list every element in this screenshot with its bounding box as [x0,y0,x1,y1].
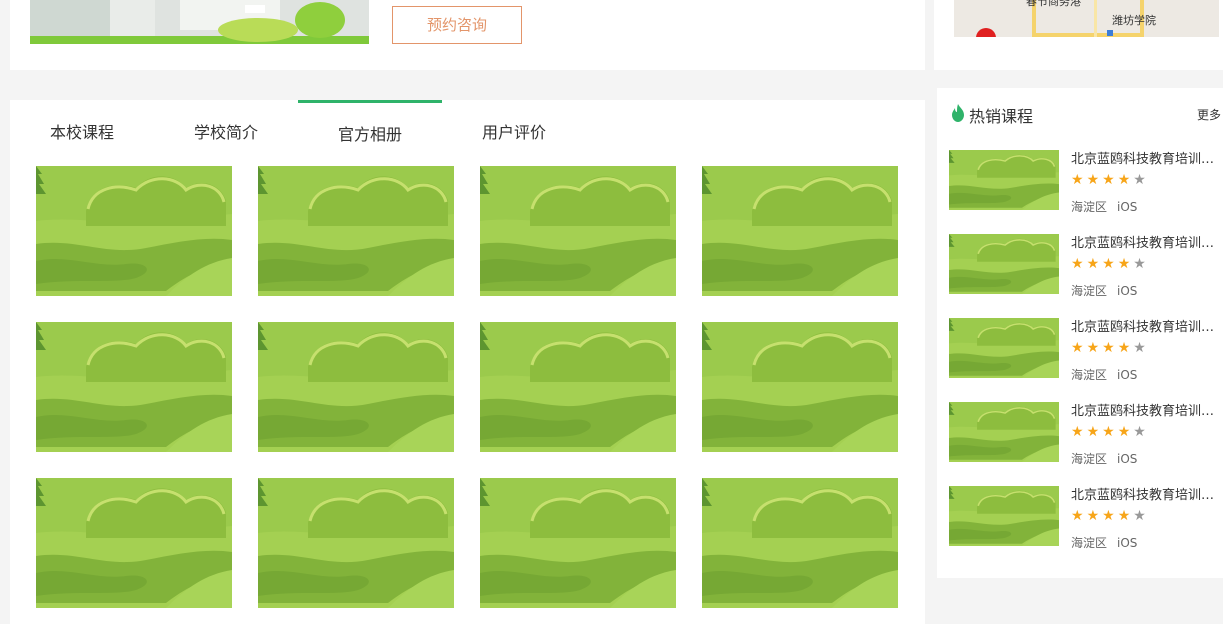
star-icon: ★ [1117,508,1134,524]
course-meta: 海淀区 iOS [1071,450,1137,467]
flame-icon [952,104,964,122]
course-meta: 海淀区 iOS [1071,366,1137,383]
tab-0[interactable]: 本校课程 [10,100,154,164]
course-district: 海淀区 [1071,368,1108,382]
star-icon: ★ [1071,424,1087,440]
top-panel: 预约咨询 [10,0,925,70]
star-rating: ★★★★★ [1071,340,1149,356]
course-thumbnail[interactable] [949,486,1059,546]
school-photo [30,0,369,44]
gallery-photo[interactable] [480,322,676,452]
map-label: 潍坊学院 [1112,14,1156,27]
gallery-photo[interactable] [36,478,232,608]
gallery-photo[interactable] [702,322,898,452]
more-link[interactable]: 更多 [1197,106,1221,123]
star-icon: ★ [1102,256,1118,272]
gallery-photo[interactable] [258,478,454,608]
star-icon: ★ [1133,424,1149,440]
star-icon: ★ [1086,508,1103,524]
gallery-photo[interactable] [702,166,898,296]
gallery-photo[interactable] [480,166,676,296]
gallery-photo[interactable] [258,166,454,296]
star-icon: ★ [1071,172,1087,188]
star-icon: ★ [1086,424,1103,440]
course-item: 北京蓝鸥科技教育培训学校 ★★★★★ 海淀区 iOS [949,148,1223,214]
star-icon: ★ [1117,340,1134,356]
course-meta: 海淀区 iOS [1071,282,1137,299]
course-title[interactable]: 北京蓝鸥科技教育培训学校 [1071,484,1223,503]
star-rating: ★★★★★ [1071,508,1149,524]
star-icon: ★ [1102,172,1118,188]
course-item: 北京蓝鸥科技教育培训学校 ★★★★★ 海淀区 iOS [949,484,1223,550]
course-tag: iOS [1117,536,1138,550]
star-icon: ★ [1117,424,1134,440]
star-icon: ★ [1117,172,1134,188]
star-icon: ★ [1133,256,1149,272]
star-icon: ★ [1071,340,1087,356]
course-meta: 海淀区 iOS [1071,534,1137,551]
star-icon: ★ [1071,508,1087,524]
star-icon: ★ [1102,424,1118,440]
star-icon: ★ [1086,340,1103,356]
tab-3[interactable]: 用户评价 [442,100,586,164]
course-item: 北京蓝鸥科技教育培训学校 ★★★★★ 海淀区 iOS [949,316,1223,382]
course-title[interactable]: 北京蓝鸥科技教育培训学校 [1071,148,1223,167]
star-icon: ★ [1117,256,1134,272]
star-icon: ★ [1133,508,1149,524]
map-panel: 春节商务港 潍坊学院 [934,0,1223,70]
course-thumbnail[interactable] [949,402,1059,462]
map-label: 春节商务港 [1026,0,1081,8]
course-meta: 海淀区 iOS [1071,198,1137,215]
star-rating: ★★★★★ [1071,256,1149,272]
course-item: 北京蓝鸥科技教育培训学校 ★★★★★ 海淀区 iOS [949,400,1223,466]
star-icon: ★ [1071,256,1087,272]
course-district: 海淀区 [1071,200,1108,214]
school-content-panel: 本校课程 学校简介 官方相册 用户评价 [10,100,925,624]
star-rating: ★★★★★ [1071,172,1149,188]
gallery-photo[interactable] [36,322,232,452]
gallery-photo[interactable] [480,478,676,608]
course-title[interactable]: 北京蓝鸥科技教育培训学校 [1071,232,1223,251]
course-thumbnail[interactable] [949,318,1059,378]
location-map[interactable]: 春节商务港 潍坊学院 [954,0,1219,37]
course-district: 海淀区 [1071,536,1108,550]
course-tag: iOS [1117,200,1138,214]
course-title[interactable]: 北京蓝鸥科技教育培训学校 [1071,400,1223,419]
star-icon: ★ [1086,256,1103,272]
tab-1[interactable]: 学校简介 [154,100,298,164]
course-item: 北京蓝鸥科技教育培训学校 ★★★★★ 海淀区 iOS [949,232,1223,298]
star-icon: ★ [1133,172,1149,188]
tab-2[interactable]: 官方相册 [298,100,442,164]
course-district: 海淀区 [1071,284,1108,298]
course-district: 海淀区 [1071,452,1108,466]
star-rating: ★★★★★ [1071,424,1149,440]
course-thumbnail[interactable] [949,150,1059,210]
gallery-photo[interactable] [36,166,232,296]
star-icon: ★ [1102,508,1118,524]
course-tag: iOS [1117,284,1138,298]
gallery-photo[interactable] [702,478,898,608]
consult-button[interactable]: 预约咨询 [392,6,522,44]
course-tag: iOS [1117,452,1138,466]
hot-courses-panel: 热销课程 更多 北京蓝鸥科技教育培训学校 ★★★★★ 海淀区 iOS 北京蓝鸥科技教育培… [937,88,1223,578]
star-icon: ★ [1133,340,1149,356]
star-icon: ★ [1102,340,1118,356]
star-icon: ★ [1086,172,1103,188]
course-thumbnail[interactable] [949,234,1059,294]
hot-courses-header: 热销课程 更多 [937,88,1223,138]
gallery-photo[interactable] [258,322,454,452]
course-title[interactable]: 北京蓝鸥科技教育培训学校 [1071,316,1223,335]
hot-courses-title: 热销课程 [969,107,1034,126]
course-tag: iOS [1117,368,1138,382]
